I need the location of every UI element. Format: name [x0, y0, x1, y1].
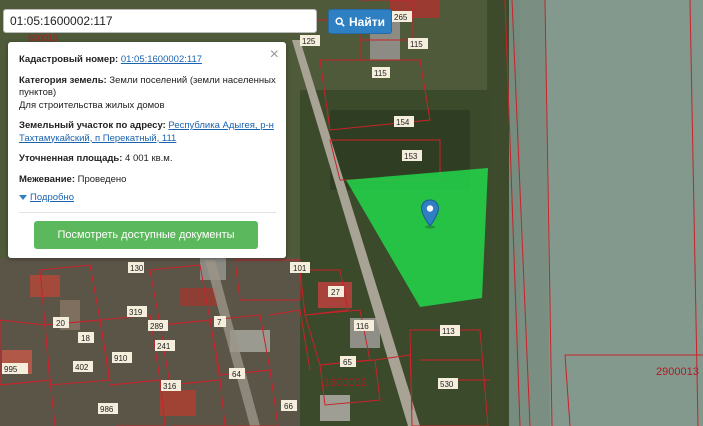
quarter-label: 2900013	[656, 366, 699, 378]
parcel-info-popup: × Кадастровый номер: 01:05:1600002:117 К…	[8, 42, 286, 258]
map-label: 316	[163, 382, 177, 391]
map-label: 113	[442, 327, 455, 336]
survey-row: Межевание: Проведено	[19, 174, 276, 187]
map-label: 153	[404, 152, 418, 161]
details-link[interactable]: Подробно	[30, 192, 74, 203]
map-label: 986	[100, 405, 114, 414]
map-label: 125	[302, 37, 316, 46]
details-toggle[interactable]: Подробно	[19, 192, 276, 203]
search-button-label: Найти	[349, 14, 385, 29]
map-label: 910	[114, 354, 128, 363]
caret-down-icon	[19, 195, 27, 200]
land-purpose-value: Для строительства жилых домов	[19, 99, 165, 111]
map-label: 265	[394, 13, 408, 22]
cadastral-number-row: Кадастровый номер: 01:05:1600002:117	[19, 54, 276, 67]
map-label: 402	[75, 363, 89, 372]
map-label: 289	[150, 322, 164, 331]
cadastral-search-input[interactable]	[3, 9, 317, 33]
map-label: 130	[130, 264, 144, 273]
area-value: 4 001 кв.м.	[125, 153, 173, 164]
land-category-label: Категория земель:	[19, 74, 107, 86]
address-row: Земельный участок по адресу: Республика …	[19, 120, 276, 145]
address-label: Земельный участок по адресу:	[19, 120, 166, 131]
survey-value: Проведено	[77, 173, 127, 185]
cadastral-number-label: Кадастровый номер:	[19, 54, 119, 65]
map-label: 101	[293, 264, 307, 273]
map-label: 530	[440, 380, 454, 389]
close-icon[interactable]: ×	[270, 47, 279, 63]
map-label: 64	[232, 370, 241, 379]
view-documents-button[interactable]: Посмотреть доступные документы	[34, 221, 258, 249]
search-icon	[335, 16, 345, 27]
area-label: Уточненная площадь:	[19, 153, 123, 164]
map-label: 65	[343, 358, 352, 367]
cadastral-number-link[interactable]: 01:05:1600002:117	[121, 54, 202, 65]
map-label: 27	[331, 288, 340, 297]
map-label: 66	[284, 402, 293, 411]
divider	[19, 212, 276, 213]
map-label: 7	[217, 318, 222, 327]
quarter-label: 1600002	[324, 377, 367, 389]
map-label: 115	[410, 40, 423, 49]
map-label: 116	[356, 322, 369, 331]
map-label: 115	[374, 69, 387, 78]
map-label: 18	[81, 334, 90, 343]
map-label: 154	[396, 118, 410, 127]
map-label: 241	[157, 342, 171, 351]
map-label: 319	[129, 308, 143, 317]
area-row: Уточненная площадь: 4 001 кв.м.	[19, 153, 276, 166]
survey-label: Межевание:	[19, 173, 75, 185]
map-label: 995	[4, 365, 18, 374]
search-button[interactable]: Найти	[328, 9, 392, 34]
map-label: 20	[56, 319, 65, 328]
land-category-row: Категория земель: Земли поселений (земли…	[19, 75, 276, 113]
map-marker-icon[interactable]	[420, 199, 440, 229]
